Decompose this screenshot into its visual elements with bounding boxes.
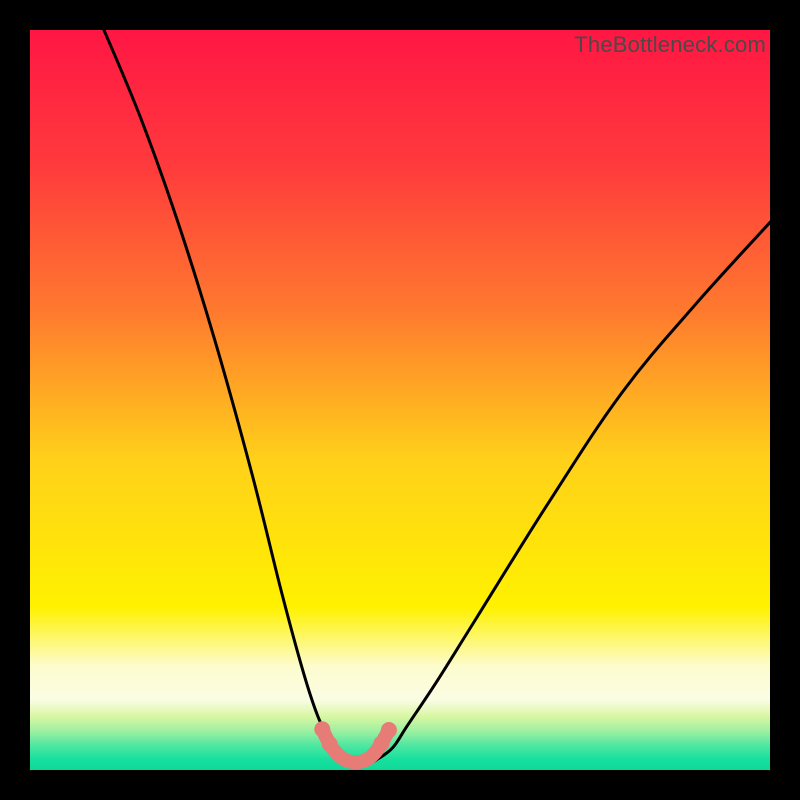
optimal-zone-dot <box>381 722 397 738</box>
optimal-zone-dots <box>314 721 397 752</box>
bottleneck-curve <box>104 30 770 763</box>
optimal-zone-dot <box>322 736 338 752</box>
optimal-zone-dot <box>314 721 330 737</box>
curves-layer <box>30 30 770 770</box>
plot-frame <box>30 30 770 770</box>
watermark-text: TheBottleneck.com <box>574 32 766 58</box>
